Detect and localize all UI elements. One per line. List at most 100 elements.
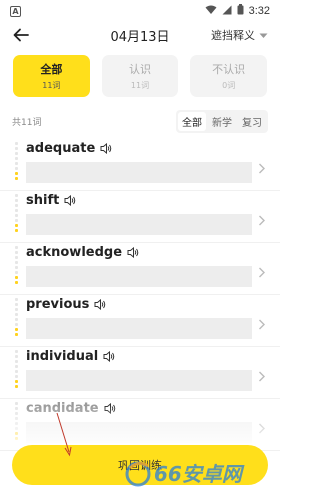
- filter-known-card[interactable]: 认识 11词: [101, 55, 179, 97]
- level-dot: [15, 152, 18, 155]
- speaker-icon[interactable]: [64, 195, 76, 206]
- level-dot: [15, 402, 18, 405]
- level-dot: [15, 427, 18, 430]
- level-dot: [15, 412, 18, 415]
- filter-count: 11词: [130, 81, 150, 90]
- battery-icon: [237, 4, 244, 18]
- word-list-item[interactable]: individual: [0, 347, 280, 399]
- level-dot: [15, 209, 18, 212]
- hidden-definition-bar[interactable]: [26, 318, 252, 339]
- site-watermark-logo: 66安卓网: [125, 461, 245, 487]
- word-text: individual: [26, 349, 99, 364]
- level-dot: [15, 194, 18, 197]
- word-text: adequate: [26, 141, 96, 156]
- filter-all-card[interactable]: 全部 11词: [13, 55, 90, 97]
- level-dot: [15, 214, 18, 217]
- level-dot: [15, 303, 18, 306]
- level-dot: [15, 199, 18, 202]
- chevron-right-icon: [258, 367, 268, 382]
- level-dot: [15, 437, 18, 440]
- level-dot: [15, 350, 18, 353]
- filter-label: 不认识: [212, 63, 246, 76]
- chevron-right-icon: [258, 419, 268, 434]
- level-dot: [15, 147, 18, 150]
- level-dot: [15, 417, 18, 420]
- hidden-definition-bar[interactable]: [26, 266, 252, 287]
- level-dot: [15, 422, 18, 425]
- word-text: acknowledge: [26, 245, 123, 260]
- level-dot: [15, 229, 18, 232]
- word-list-item[interactable]: adequate: [0, 139, 280, 191]
- level-dot: [15, 355, 18, 358]
- top-app-bar: 04月13日 遮挡释义: [0, 22, 280, 48]
- speaker-icon[interactable]: [127, 247, 139, 258]
- level-dot: [15, 157, 18, 160]
- memory-level-indicator: [15, 142, 19, 186]
- hidden-definition-bar[interactable]: [26, 214, 252, 235]
- level-dot: [15, 407, 18, 410]
- wifi-icon: [205, 5, 217, 18]
- level-dot: [15, 167, 18, 170]
- level-dot: [15, 271, 18, 274]
- tab-new[interactable]: 新学: [208, 112, 236, 131]
- word-row: individual: [26, 349, 115, 364]
- hidden-definition-bar[interactable]: [26, 370, 252, 391]
- summary-row: 共11词 全部 新学 复习: [0, 109, 280, 133]
- annotation-arrow-icon: [56, 412, 72, 457]
- word-list-item[interactable]: previous: [0, 295, 280, 347]
- word-list-item[interactable]: acknowledge: [0, 243, 280, 295]
- level-dot: [15, 204, 18, 207]
- tab-review[interactable]: 复习: [238, 112, 266, 131]
- word-row: shift: [26, 193, 76, 208]
- memory-level-indicator: [15, 402, 19, 446]
- chevron-right-icon: [258, 159, 268, 174]
- level-dot: [15, 375, 18, 378]
- watermark-text: 66安卓网: [154, 462, 245, 486]
- level-dot: [15, 432, 18, 435]
- level-dot: [15, 323, 18, 326]
- level-dot: [15, 162, 18, 165]
- memory-level-indicator: [15, 298, 19, 342]
- level-dot: [15, 251, 18, 254]
- filter-count: 11词: [42, 81, 61, 90]
- word-text: shift: [26, 193, 60, 208]
- level-dot: [15, 224, 18, 227]
- status-bar: A 3:32: [0, 0, 280, 22]
- speaker-icon[interactable]: [100, 143, 112, 154]
- chevron-down-icon: [259, 29, 268, 42]
- level-dot: [15, 360, 18, 363]
- filter-count: 0词: [222, 81, 236, 90]
- speaker-icon[interactable]: [103, 351, 115, 362]
- level-dot: [15, 313, 18, 316]
- hidden-definition-bar[interactable]: [26, 162, 252, 183]
- word-row: adequate: [26, 141, 112, 156]
- word-list-item[interactable]: candidate: [0, 399, 280, 451]
- level-dot: [15, 380, 18, 383]
- level-dot: [15, 256, 18, 259]
- level-dot: [15, 142, 18, 145]
- back-arrow-icon[interactable]: [12, 26, 30, 44]
- level-dot: [15, 318, 18, 321]
- level-dot: [15, 172, 18, 175]
- word-text: previous: [26, 297, 90, 312]
- chevron-right-icon: [258, 315, 268, 330]
- word-list-item[interactable]: shift: [0, 191, 280, 243]
- memory-level-indicator: [15, 350, 19, 394]
- hide-definition-dropdown[interactable]: 遮挡释义: [211, 27, 268, 43]
- filter-cards: 全部 11词 认识 11词 不认识 0词: [0, 55, 280, 97]
- level-dot: [15, 365, 18, 368]
- segment-tabs: 全部 新学 复习: [176, 109, 268, 133]
- level-dot: [15, 266, 18, 269]
- level-dot: [15, 261, 18, 264]
- filter-unknown-card[interactable]: 不认识 0词: [190, 55, 268, 97]
- level-dot: [15, 370, 18, 373]
- level-dot: [15, 308, 18, 311]
- speaker-icon[interactable]: [104, 403, 116, 414]
- level-dot: [15, 219, 18, 222]
- tab-all[interactable]: 全部: [178, 111, 206, 131]
- level-dot: [15, 276, 18, 279]
- level-dot: [15, 281, 18, 284]
- speaker-icon[interactable]: [94, 299, 106, 310]
- signal-icon: [222, 5, 232, 18]
- level-dot: [15, 385, 18, 388]
